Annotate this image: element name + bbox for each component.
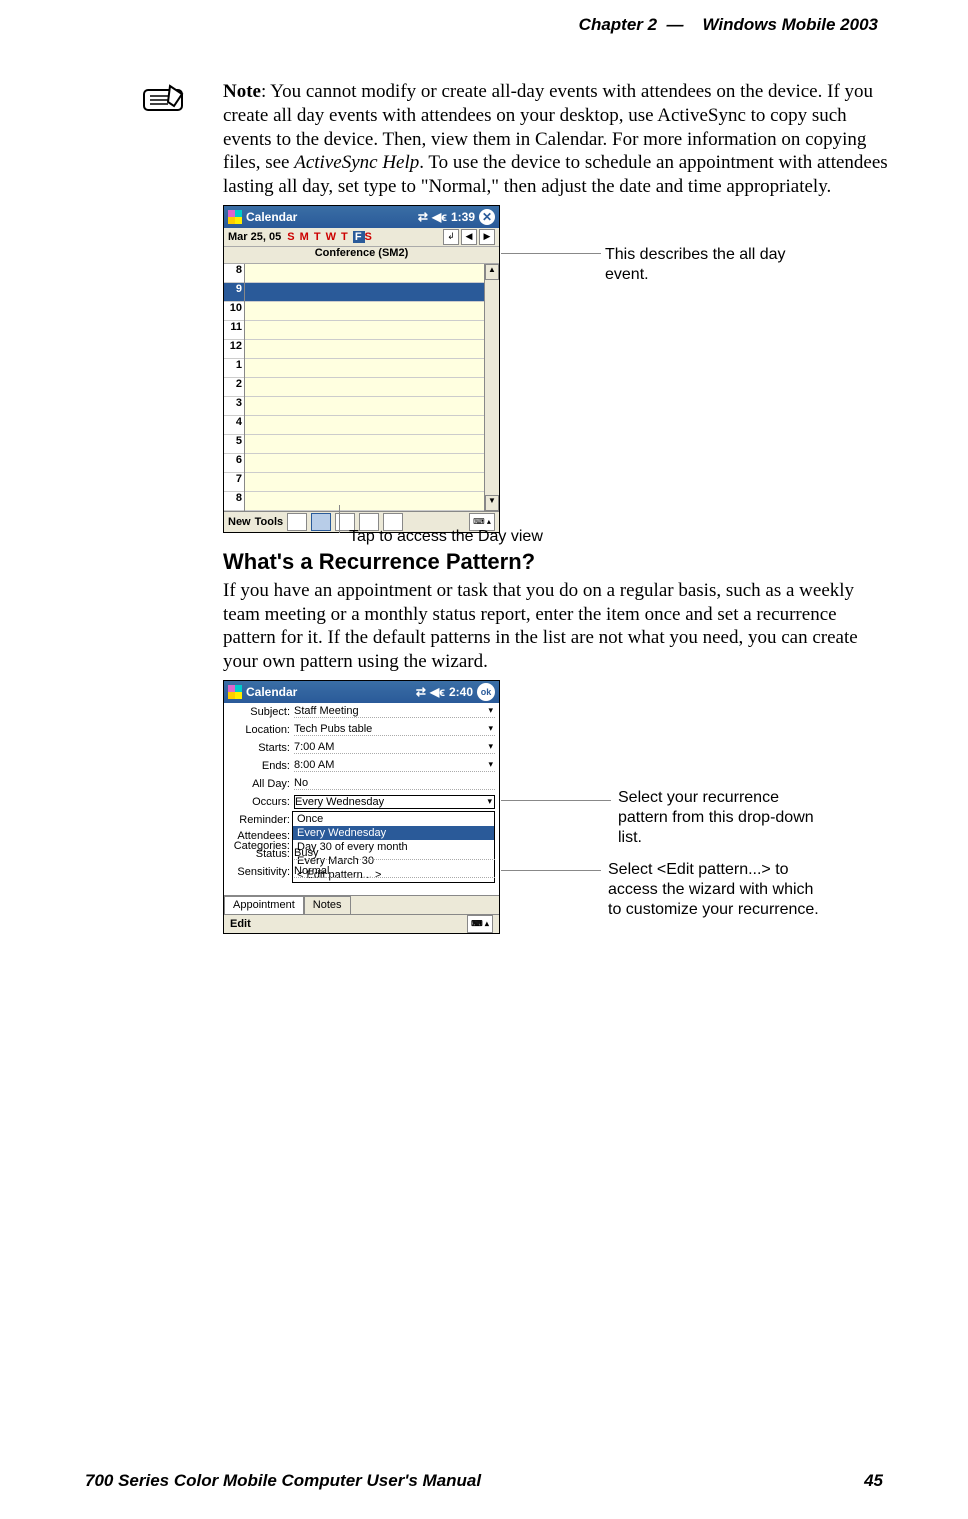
start-flag-icon[interactable]	[228, 210, 242, 224]
tab-appointment[interactable]: Appointment	[224, 896, 304, 914]
field-allday[interactable]: No	[294, 777, 495, 790]
field-occurs[interactable]: Every Wednesday	[294, 795, 495, 809]
form-body: Subject:Staff Meeting Location:Tech Pubs…	[224, 703, 499, 895]
page-footer: 700 Series Color Mobile Computer User's …	[85, 1471, 883, 1491]
weekday-letters[interactable]: S M T W T FS	[287, 231, 373, 243]
title-bar-2: Calendar ⇄ ◀ϵ 2:40 ok	[224, 681, 499, 703]
clock-time-2: 2:40	[449, 685, 473, 699]
day-view-button[interactable]	[311, 513, 331, 531]
callout-edit-pattern: Select <Edit pattern...> to access the w…	[608, 860, 828, 920]
header-dash: —	[667, 15, 684, 34]
hour-7[interactable]: 7	[224, 473, 244, 492]
field-subject[interactable]: Staff Meeting	[294, 705, 495, 718]
callout-allday: This describes the all day event.	[605, 245, 805, 285]
scrollbar[interactable]: ▲ ▼	[484, 264, 499, 511]
slot-column[interactable]	[245, 264, 484, 511]
hour-11[interactable]: 11	[224, 321, 244, 340]
scroll-track[interactable]	[485, 280, 499, 495]
label-occurs: Occurs:	[228, 796, 294, 808]
clock-time: 1:39	[451, 210, 475, 224]
page-header: Chapter 2 — Windows Mobile 2003	[579, 15, 878, 35]
go-today-button[interactable]: ↲	[443, 229, 459, 245]
close-icon[interactable]: ✕	[479, 209, 495, 225]
weekday-sat[interactable]: S	[365, 231, 373, 243]
footer-title: 700 Series Color Mobile Computer User's …	[85, 1471, 481, 1491]
scroll-down-button[interactable]: ▼	[485, 495, 499, 511]
hour-12[interactable]: 12	[224, 340, 244, 359]
label-sensitivity: Sensitivity:	[228, 866, 294, 878]
label-allday: All Day:	[228, 778, 294, 790]
hour-6[interactable]: 6	[224, 454, 244, 473]
weekdays-pre[interactable]: S M T W T	[287, 231, 349, 243]
label-reminder: Reminder:	[228, 814, 294, 826]
header-title: Windows Mobile 2003	[702, 15, 878, 34]
tab-notes[interactable]: Notes	[304, 896, 351, 914]
note-icon	[140, 82, 188, 119]
volume-icon-2[interactable]: ◀ϵ	[430, 685, 445, 699]
allday-event-bar[interactable]: Conference (SM2)	[224, 247, 499, 264]
keyboard-icon-2[interactable]: ⌨ ▴	[467, 915, 493, 933]
hour-8pm[interactable]: 8	[224, 492, 244, 511]
recurrence-heading: What's a Recurrence Pattern?	[223, 549, 888, 575]
note-italic: ActiveSync Help	[294, 152, 419, 173]
title-bar: Calendar ⇄ ◀ϵ 1:39 ✕	[224, 206, 499, 228]
edit-menu[interactable]: Edit	[230, 918, 251, 930]
field-starts[interactable]: 7:00 AM	[294, 741, 495, 754]
ok-button[interactable]: ok	[477, 683, 495, 701]
date-text: Mar 25, 05	[228, 231, 281, 243]
scroll-up-button[interactable]: ▲	[485, 264, 499, 280]
footer-page-number: 45	[864, 1471, 883, 1491]
connectivity-icon-2[interactable]: ⇄	[416, 685, 426, 699]
hour-1[interactable]: 1	[224, 359, 244, 378]
hour-3[interactable]: 3	[224, 397, 244, 416]
note-label: Note	[223, 81, 261, 102]
tools-menu[interactable]: Tools	[255, 516, 284, 528]
weekday-selected[interactable]: F	[353, 231, 365, 243]
new-menu[interactable]: New	[228, 516, 251, 528]
connectivity-icon[interactable]: ⇄	[418, 210, 428, 224]
hour-2[interactable]: 2	[224, 378, 244, 397]
callout-occurs-list: Select your recurrence pattern from this…	[618, 788, 828, 848]
calendar-day-screenshot: Calendar ⇄ ◀ϵ 1:39 ✕ Mar 25, 05 S M T W …	[223, 205, 500, 533]
label-location: Location:	[228, 724, 294, 736]
start-flag-icon-2[interactable]	[228, 685, 242, 699]
hour-4[interactable]: 4	[224, 416, 244, 435]
field-location[interactable]: Tech Pubs table	[294, 723, 495, 736]
label-subject: Subject:	[228, 706, 294, 718]
prev-day-button[interactable]: ◀	[461, 229, 477, 245]
agenda-view-button[interactable]	[287, 513, 307, 531]
note-paragraph: Note: You cannot modify or create all-da…	[223, 80, 888, 199]
field-status[interactable]: Busy	[294, 847, 495, 860]
tabs-row: Appointment Notes	[224, 895, 499, 914]
app-title-2: Calendar	[246, 685, 297, 699]
app-title: Calendar	[246, 210, 297, 224]
label-status: Status:	[228, 848, 294, 860]
edit-bar: Edit ⌨ ▴	[224, 914, 499, 933]
recurrence-body: If you have an appointment or task that …	[223, 579, 888, 674]
chapter-label: Chapter 2	[579, 15, 657, 34]
hour-8[interactable]: 8	[224, 264, 244, 283]
calendar-form-screenshot: Calendar ⇄ ◀ϵ 2:40 ok Subject:Staff Meet…	[223, 680, 500, 934]
next-day-button[interactable]: ▶	[479, 229, 495, 245]
date-row: Mar 25, 05 S M T W T FS ↲ ◀ ▶	[224, 228, 499, 247]
field-sensitivity[interactable]: Normal	[294, 865, 495, 878]
label-starts: Starts:	[228, 742, 294, 754]
callout-dayview: Tap to access the Day view	[349, 527, 609, 547]
volume-icon[interactable]: ◀ϵ	[432, 210, 447, 224]
hour-5[interactable]: 5	[224, 435, 244, 454]
hour-grid: 8 9 10 11 12 1 2 3 4 5 6 7 8	[224, 264, 499, 511]
hour-10[interactable]: 10	[224, 302, 244, 321]
field-ends[interactable]: 8:00 AM	[294, 759, 495, 772]
label-ends: Ends:	[228, 760, 294, 772]
label-attendees: Attendees:	[228, 830, 294, 842]
hour-labels: 8 9 10 11 12 1 2 3 4 5 6 7 8	[224, 264, 245, 511]
hour-9[interactable]: 9	[224, 283, 244, 302]
